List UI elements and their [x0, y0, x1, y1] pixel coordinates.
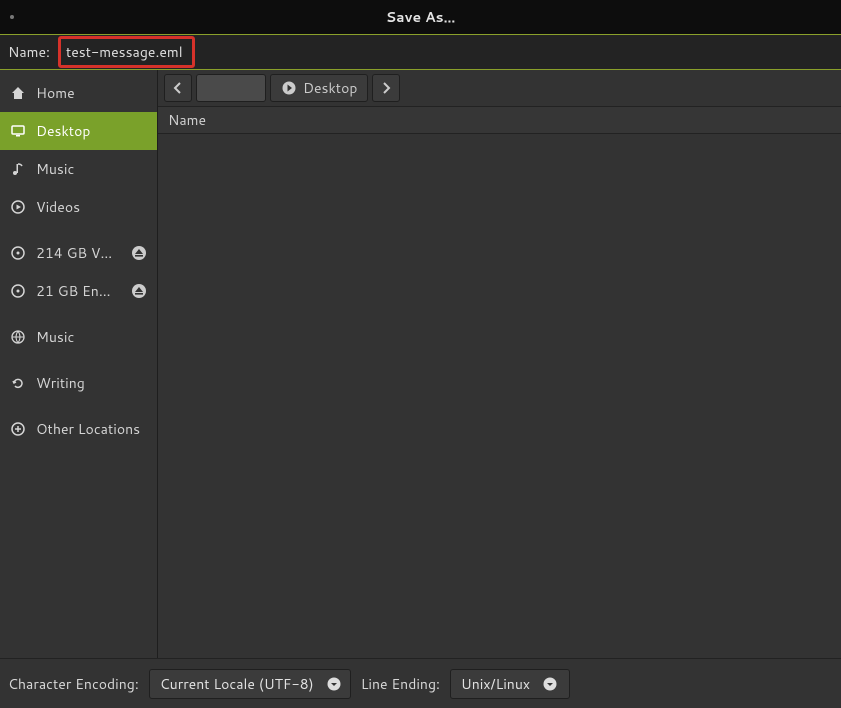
path-segment-desktop[interactable]: Desktop	[270, 74, 368, 102]
home-icon	[10, 85, 26, 101]
name-label: Name:	[8, 42, 50, 62]
encoding-value: Current Locale (UTF-8)	[160, 674, 314, 694]
window-indicator-dot	[10, 15, 14, 19]
sidebar-item-videos[interactable]: Videos	[0, 188, 157, 226]
file-list[interactable]	[158, 134, 841, 658]
titlebar: Save As...	[0, 0, 841, 34]
path-segment-label: Desktop	[303, 78, 357, 98]
sidebar-item-label: Music	[36, 159, 147, 179]
network-icon	[10, 329, 26, 345]
column-header-name: Name	[168, 110, 206, 130]
sidebar-item-label: 21 GB En…	[36, 281, 121, 301]
chevron-right-icon	[378, 80, 394, 96]
filename-input[interactable]	[64, 40, 189, 64]
lineend-value: Unix/Linux	[461, 674, 530, 694]
sidebar-item-label: 214 GB V…	[36, 243, 121, 263]
lineend-combo[interactable]: Unix/Linux	[450, 669, 570, 699]
sidebar-item-volume-21gb[interactable]: 21 GB En…	[0, 272, 157, 310]
sidebar-item-music-share[interactable]: Music	[0, 318, 157, 356]
main-row: Home Desktop Music Videos 214 GB V… 21 GB En……	[0, 70, 841, 658]
path-segment-icon	[281, 80, 297, 96]
sidebar-item-label: Other Locations	[36, 419, 147, 439]
dropdown-caret-icon	[542, 676, 558, 692]
drive-icon	[10, 245, 26, 261]
desktop-icon	[10, 123, 26, 139]
sidebar-item-other-locations[interactable]: Other Locations	[0, 410, 157, 448]
plus-icon	[10, 421, 26, 437]
eject-icon[interactable]	[131, 283, 147, 299]
sidebar-item-music[interactable]: Music	[0, 150, 157, 188]
sidebar-item-label: Music	[36, 327, 147, 347]
sidebar-item-label: Writing	[36, 373, 147, 393]
sidebar-item-desktop[interactable]: Desktop	[0, 112, 157, 150]
name-field-highlight	[58, 36, 195, 68]
music-icon	[10, 161, 26, 177]
sidebar-item-volume-214gb[interactable]: 214 GB V…	[0, 234, 157, 272]
path-forward-button[interactable]	[372, 74, 400, 102]
path-bar: Desktop	[158, 70, 841, 106]
sidebar-item-home[interactable]: Home	[0, 74, 157, 112]
sync-icon	[10, 375, 26, 391]
sidebar-item-writing[interactable]: Writing	[0, 364, 157, 402]
footer-bar: Character Encoding: Current Locale (UTF-…	[0, 658, 841, 708]
sidebar-item-label: Home	[36, 83, 147, 103]
path-slot[interactable]	[196, 74, 266, 102]
window-title: Save As...	[386, 7, 456, 27]
lineend-label: Line Ending:	[361, 674, 440, 694]
sidebar-item-label: Desktop	[36, 121, 147, 141]
video-icon	[10, 199, 26, 215]
name-bar: Name:	[0, 34, 841, 70]
dropdown-caret-icon	[326, 676, 342, 692]
file-list-header[interactable]: Name	[158, 106, 841, 134]
places-sidebar: Home Desktop Music Videos 214 GB V… 21 GB En……	[0, 70, 158, 658]
eject-icon[interactable]	[131, 245, 147, 261]
drive-icon	[10, 283, 26, 299]
encoding-combo[interactable]: Current Locale (UTF-8)	[149, 669, 351, 699]
content-pane: Desktop Name	[158, 70, 841, 658]
sidebar-item-label: Videos	[36, 197, 147, 217]
encoding-label: Character Encoding:	[8, 674, 139, 694]
path-back-button[interactable]	[164, 74, 192, 102]
chevron-left-icon	[170, 80, 186, 96]
